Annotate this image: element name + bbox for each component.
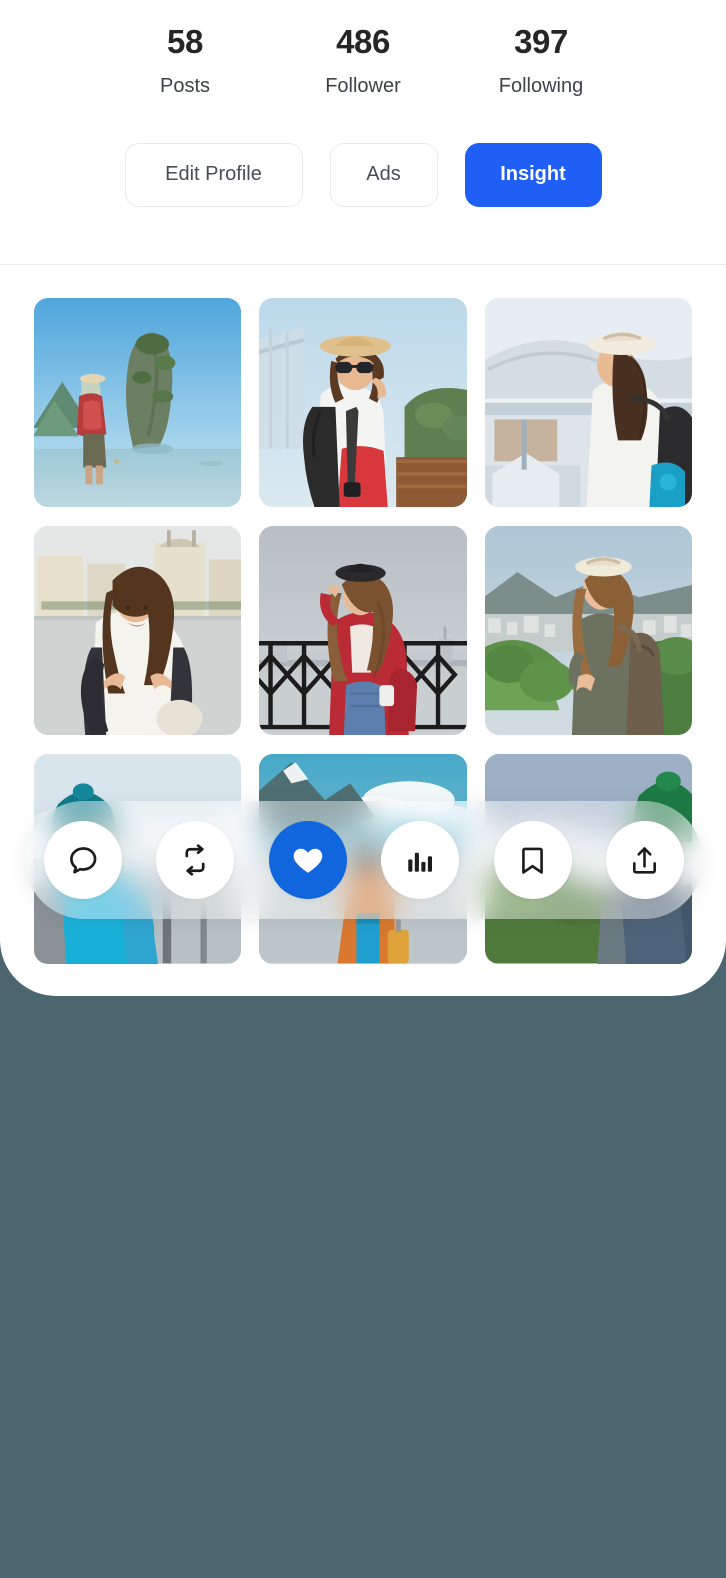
photo-tile-3[interactable]	[484, 297, 692, 507]
photo-thumbnail-4	[34, 525, 242, 736]
stat-posts[interactable]: 58 Posts	[96, 22, 274, 98]
photo-thumbnail-5	[259, 525, 467, 736]
stat-following-value: 397	[514, 23, 568, 60]
photo-tile-1[interactable]	[34, 297, 242, 507]
analytics-button[interactable]	[381, 821, 460, 899]
stat-posts-label: Posts	[159, 74, 211, 97]
photo-tile-2[interactable]	[259, 297, 467, 507]
stat-followers-value: 486	[336, 23, 390, 60]
photo-tile-5[interactable]	[259, 525, 467, 736]
photo-tile-6[interactable]	[484, 525, 692, 736]
profile-action-buttons: Edit Profile Ads Insight	[0, 142, 726, 207]
photo-thumbnail-6	[484, 525, 692, 736]
stat-followers[interactable]: 486 Follower	[274, 22, 452, 98]
ads-button[interactable]: Ads	[329, 142, 438, 207]
photo-tile-4[interactable]	[34, 525, 242, 736]
profile-screen-card: 58 Posts 486 Follower 397 Following Edit…	[0, 0, 726, 996]
photo-thumbnail-2	[259, 297, 467, 507]
repost-icon	[178, 843, 212, 877]
comment-button[interactable]	[44, 821, 122, 899]
share-icon	[628, 844, 661, 877]
share-button[interactable]	[605, 821, 684, 899]
stat-following-label: Following	[498, 74, 584, 97]
photo-thumbnail-1	[34, 297, 242, 507]
heart-icon	[291, 843, 325, 877]
edit-profile-button[interactable]: Edit Profile	[124, 142, 303, 207]
stat-followers-label: Follower	[325, 74, 401, 97]
repost-button[interactable]	[156, 821, 235, 899]
profile-stats-row: 58 Posts 486 Follower 397 Following	[0, 0, 726, 98]
section-divider	[0, 263, 726, 265]
like-button[interactable]	[268, 821, 347, 899]
bookmark-icon	[516, 844, 549, 877]
photo-thumbnail-3	[484, 297, 692, 507]
stat-following[interactable]: 397 Following	[452, 22, 630, 98]
stat-posts-value: 58	[167, 23, 203, 60]
analytics-icon	[404, 844, 436, 876]
bookmark-button[interactable]	[493, 821, 572, 899]
comment-icon	[66, 843, 100, 877]
insight-button[interactable]: Insight	[464, 142, 602, 207]
post-action-bar	[25, 801, 703, 919]
